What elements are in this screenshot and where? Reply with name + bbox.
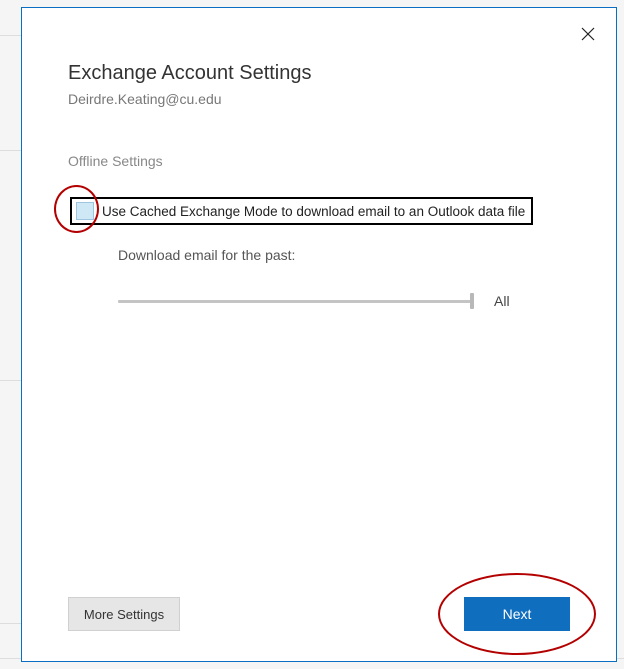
cached-mode-row: Use Cached Exchange Mode to download ema… bbox=[70, 197, 533, 225]
close-icon bbox=[581, 27, 595, 41]
slider-value-label: All bbox=[494, 293, 510, 309]
offline-settings-label: Offline Settings bbox=[68, 153, 570, 169]
download-past-label: Download email for the past: bbox=[118, 247, 570, 263]
close-button[interactable] bbox=[576, 22, 600, 46]
exchange-account-settings-dialog: Exchange Account Settings Deirdre.Keatin… bbox=[21, 7, 617, 662]
download-range-slider[interactable] bbox=[118, 291, 472, 311]
account-email: Deirdre.Keating@cu.edu bbox=[68, 91, 570, 107]
next-button-wrap: Next bbox=[464, 597, 570, 631]
slider-thumb[interactable] bbox=[470, 293, 474, 309]
more-settings-button[interactable]: More Settings bbox=[68, 597, 180, 631]
dialog-title: Exchange Account Settings bbox=[68, 62, 570, 85]
download-slider-row: All bbox=[118, 291, 570, 311]
slider-track bbox=[118, 300, 472, 303]
next-button[interactable]: Next bbox=[464, 597, 570, 631]
cached-mode-label: Use Cached Exchange Mode to download ema… bbox=[102, 204, 525, 219]
cached-mode-checkbox[interactable] bbox=[76, 202, 94, 220]
dialog-footer: More Settings Next bbox=[22, 597, 616, 631]
dialog-content: Exchange Account Settings Deirdre.Keatin… bbox=[22, 8, 616, 311]
